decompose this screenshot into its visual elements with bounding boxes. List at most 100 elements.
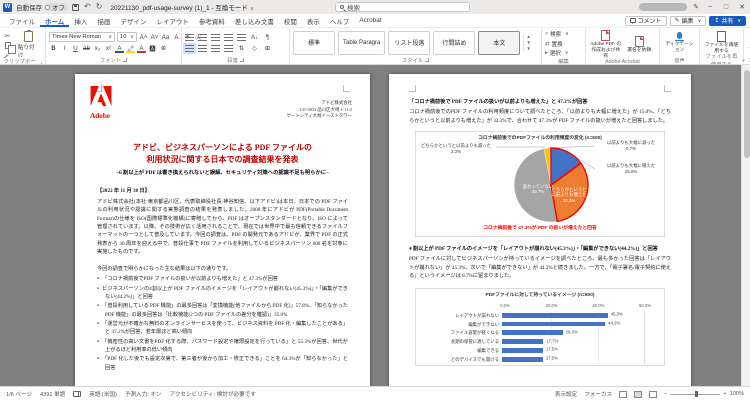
borders-icon[interactable]: ⊞ [263,44,272,53]
multilevel-list-icon[interactable] [211,33,220,41]
status-item[interactable]: アクセシビリティ: 検討が必要です [170,390,256,398]
zoom-out-button[interactable]: − [664,391,667,397]
tab-挿入[interactable]: 挿入 [69,14,92,27]
redo-icon[interactable]: ↻ [96,3,103,11]
grow-font-icon[interactable]: A˄ [139,33,148,42]
status-item[interactable]: 1/6 ページ [6,390,32,398]
style-本文[interactable]: 本文 [478,30,521,55]
italic-icon[interactable]: I [60,44,69,53]
align-center-icon[interactable] [198,44,207,52]
superscript-icon[interactable]: x² [104,44,113,53]
bullet-list-icon[interactable] [185,33,194,41]
style-Table Paragra[interactable]: Table Paragra [338,30,386,55]
autosave-toggle[interactable]: 自動保存 オフ [16,2,68,12]
page-1[interactable]: Adobe アドビ株式会社 141-0032 品川区大崎 1-11-2 ゲートシティ… [75,74,370,386]
tab-デザイン[interactable]: デザイン [115,14,151,27]
shrink-font-icon[interactable]: A˅ [150,33,159,42]
decrease-indent-icon[interactable] [224,33,233,41]
share-button[interactable]: ↥ 共有 ∨ [709,15,746,26]
justify-icon[interactable] [224,44,233,52]
character-shading-icon[interactable]: 🅰 [148,44,157,53]
account-badge[interactable] [639,3,688,11]
underline-icon[interactable]: U [71,44,80,53]
maximize-button[interactable]: □ [721,1,731,13]
page-2[interactable]: 「コロナ禍前後で PDF ファイルの扱いが以前よりも増えた」と 47.3%が回答… [389,74,691,386]
clear-format-icon[interactable]: A [172,33,181,42]
zoom-slider[interactable] [670,391,721,397]
strikethrough-icon[interactable]: ab [82,44,91,53]
pie-chart-object[interactable]: コロナ禍前後でのPDFファイルの利用頻度の変化 (n=600) どちらかというと… [415,130,665,237]
undo-icon[interactable]: ↶ [84,3,91,11]
paste-button[interactable]: 貼り付け [15,30,42,60]
numbered-list-icon[interactable] [198,33,207,41]
tab-参考資料[interactable]: 参考資料 [194,14,230,27]
tab-ファイル[interactable]: ファイル [4,14,40,27]
bar-chart-object[interactable]: PDFファイルに対して持っているイメージ (n=600) 0.0% 20.0% 40… [415,288,665,367]
zoom-level[interactable]: 100% [730,391,744,397]
save-icon[interactable] [72,3,79,11]
increase-indent-icon[interactable] [237,33,246,41]
status-item[interactable]: 予測入力: オン [125,390,162,398]
tab-描画[interactable]: 描画 [92,14,115,27]
tab-ヘルプ[interactable]: ヘルプ [325,14,355,27]
proofing-book-icon[interactable] [73,391,82,397]
enclose-border-icon[interactable]: ⊕ [159,44,168,53]
tab-差し込み文書[interactable]: 差し込み文書 [230,14,279,27]
zoom-slider-thumb[interactable] [695,391,699,397]
tab-ホーム[interactable]: ホーム [40,14,69,27]
read-mode-icon[interactable] [619,390,628,398]
web-layout-icon[interactable] [649,390,658,398]
pilcrow-icon[interactable]: ¶ [263,33,272,42]
line-spacing-icon[interactable]: ⇅ [237,44,246,53]
gallery-up-icon[interactable]: ▲ [526,34,530,39]
editing-item-選択[interactable]: ▸ 選択 ∨ [545,49,569,57]
close-button[interactable]: ✕ [737,1,747,13]
create-pdf-button[interactable]: Adobe PDF の作成および共有 [589,30,623,59]
bold-icon[interactable]: B [49,44,58,53]
status-item[interactable]: 4391 単語 [40,390,65,398]
copy-icon[interactable] [4,41,16,54]
dialog-launcher-icon[interactable] [239,57,244,62]
style-行間詰め[interactable]: 行間詰め [433,30,476,55]
document-title[interactable]: 20221130_pdf-usage-survey (1)_1 - 互換モード ∨ [110,2,253,12]
align-right-icon[interactable] [211,44,220,52]
editing-item-置換[interactable]: ⇄ 置換 [545,40,569,48]
pen-icon[interactable]: ✎ [693,3,699,11]
print-layout-icon[interactable] [634,390,643,398]
comments-button[interactable]: コメント [624,15,667,26]
focus-mode-button[interactable]: フォーカス [584,390,612,398]
minimize-button[interactable]: − [705,1,715,13]
font-size-select[interactable]: 10 ∨ [117,32,137,42]
search-input[interactable]: 検索 [335,2,470,12]
dialog-launcher-icon[interactable] [425,57,430,62]
style-標準[interactable]: 標準 [293,30,335,55]
gallery-more-icon[interactable]: ▼ [526,46,530,51]
shading-icon[interactable]: ◇ [250,44,259,53]
font-color-icon[interactable]: A [137,44,146,53]
sort-icon[interactable]: A↓ [250,33,259,42]
style-リスト段落[interactable]: リスト段落 [388,30,431,55]
dialog-launcher-icon[interactable] [123,57,128,62]
font-name-select[interactable]: Times New Roman ∨ [49,32,115,42]
editing-mode-button[interactable]: ✎ 編集 ∨ [669,15,707,26]
editing-item-検索[interactable]: ⌕ 検索 ∨ [545,30,569,39]
status-item[interactable]: 英語 (米国) [89,390,117,398]
dictation-button[interactable]: ディクテーション [663,31,696,54]
request-signatures-button[interactable]: 署名を依頼 [623,35,657,54]
display-settings-button[interactable]: 表示設定 [555,390,577,398]
tab-レイアウト[interactable]: レイアウト [151,14,194,27]
zoom-in-button[interactable]: + [723,391,726,397]
scrollbar-thumb[interactable] [743,70,750,158]
tab-校閲[interactable]: 校閲 [279,14,302,27]
highlight-color-icon[interactable]: 🖍 [126,44,135,53]
cut-icon[interactable]: ✂ [3,32,12,40]
gallery-down-icon[interactable]: ▼ [526,40,530,45]
tab-表示[interactable]: 表示 [302,14,325,27]
tab-Acrobat[interactable]: Acrobat [354,14,386,27]
document-canvas[interactable]: Adobe アドビ株式会社 141-0032 品川区大崎 1-11-2 ゲートシティ… [0,65,750,386]
vertical-scrollbar[interactable] [741,65,750,386]
collapse-ribbon-icon[interactable]: ⌄ [741,56,746,63]
align-left-icon[interactable] [183,42,196,54]
subscript-icon[interactable]: x₂ [93,44,102,53]
text-effects-icon[interactable]: A [115,44,124,53]
